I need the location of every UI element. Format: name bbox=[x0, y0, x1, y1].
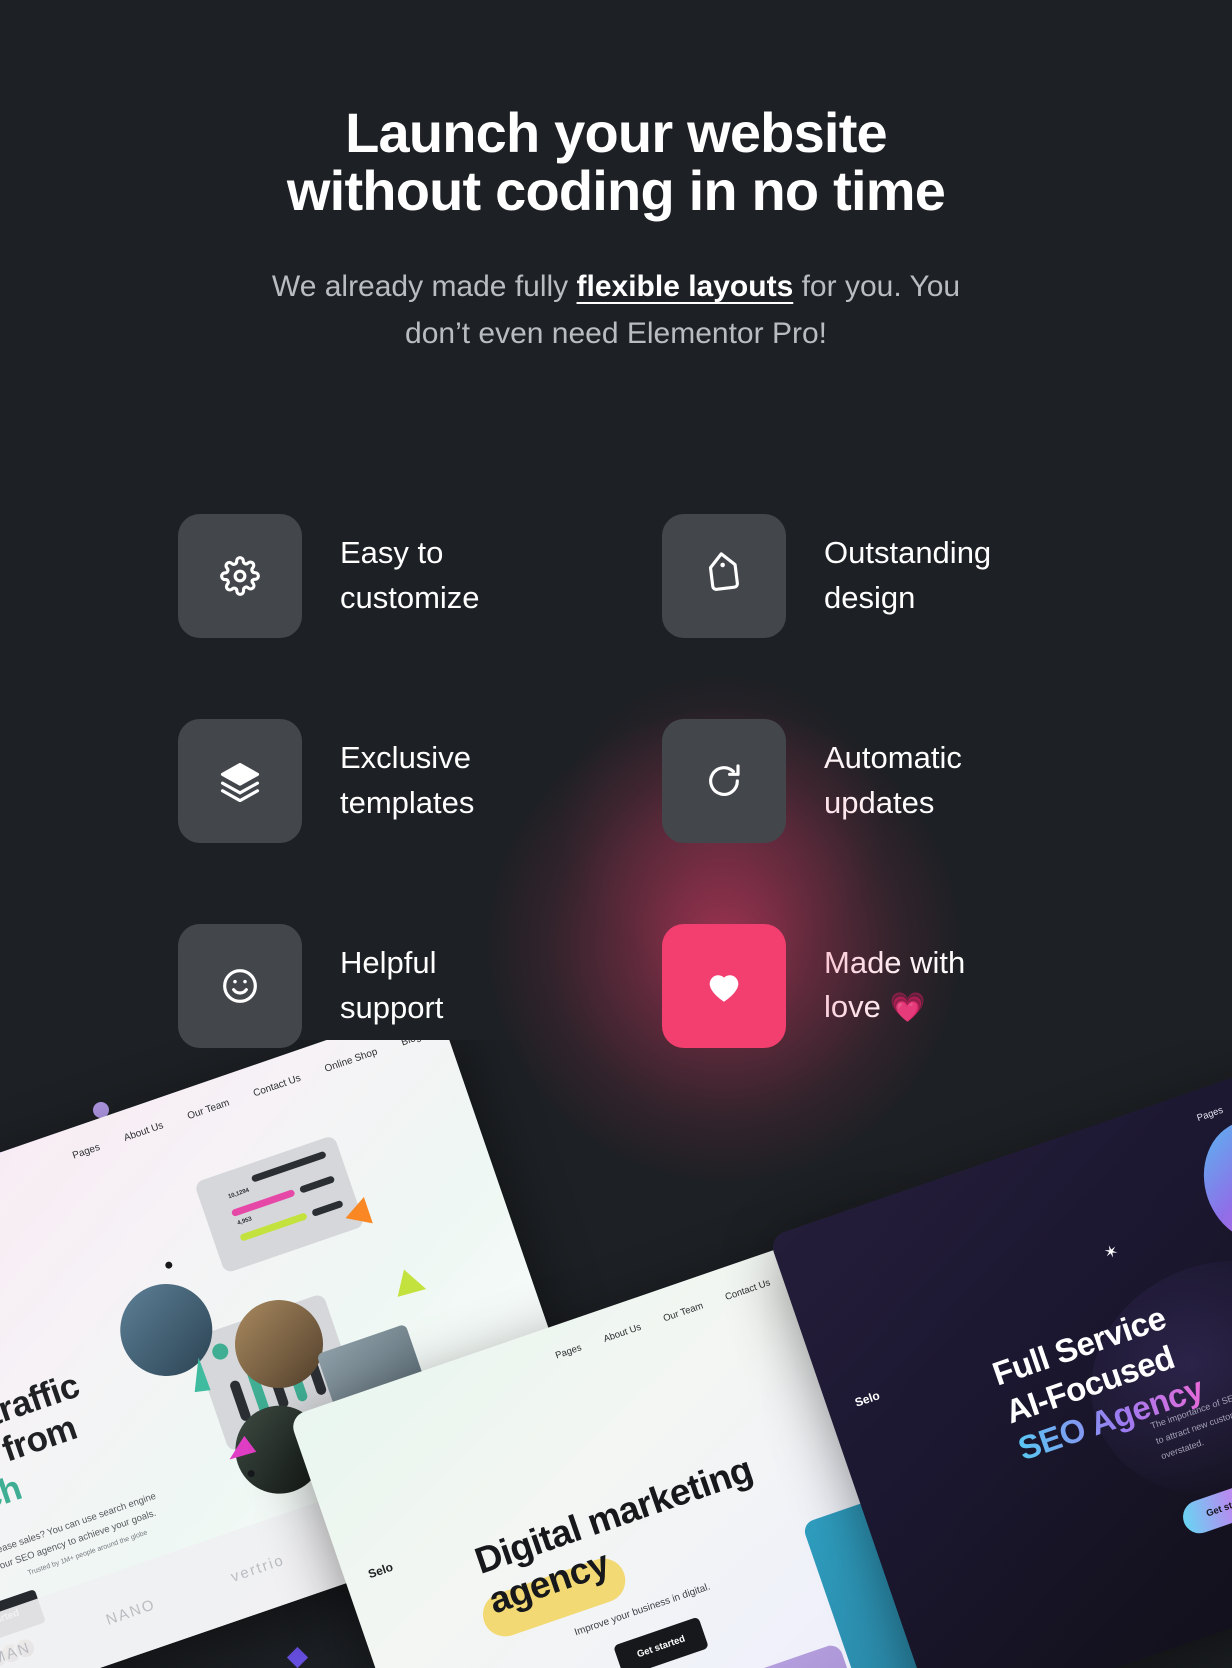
nav-item[interactable]: Our Team bbox=[186, 1097, 231, 1122]
hero-subtitle: We already made fully flexible layouts f… bbox=[266, 264, 966, 357]
triangle-lime bbox=[397, 1269, 430, 1303]
tag-icon bbox=[703, 551, 745, 597]
feature-icon-tile bbox=[178, 513, 302, 638]
feature-icon-tile bbox=[662, 513, 786, 638]
stat-bar-dark-3 bbox=[311, 1199, 344, 1217]
feature-label: Made with love 💗 bbox=[824, 941, 965, 1029]
feature-item-helpful-support[interactable]: Helpful support bbox=[178, 883, 662, 1088]
feature-grid: Easy to customize Outstanding design Exc… bbox=[178, 473, 1058, 1180]
stat-value-b: 4,953 bbox=[236, 1216, 253, 1227]
mockup-middle-logo: Selo bbox=[366, 1559, 395, 1582]
nav-item[interactable]: Pages bbox=[554, 1342, 583, 1361]
feature-icon-tile bbox=[178, 923, 302, 1048]
feature-label: Automatic updates bbox=[824, 740, 962, 820]
feature-item-automatic-updates[interactable]: Automatic updates bbox=[662, 678, 1058, 883]
feature-label: Exclusive templates bbox=[340, 740, 475, 820]
heart-icon bbox=[703, 965, 745, 1007]
chart-card-avatar bbox=[210, 1341, 231, 1362]
logo-item: NANO bbox=[103, 1595, 158, 1629]
feature-item-outstanding-design[interactable]: Outstanding design bbox=[662, 473, 1058, 678]
feature-icon-tile bbox=[178, 718, 302, 843]
nav-item[interactable]: About Us bbox=[602, 1322, 643, 1345]
feature-icon-tile bbox=[662, 718, 786, 843]
nav-item[interactable]: Contact Us bbox=[724, 1277, 772, 1303]
mockup-right-nav[interactable]: Pages About Us bbox=[1196, 1084, 1232, 1124]
nav-item[interactable]: Pages bbox=[71, 1142, 101, 1162]
mockup-stage: Pages About Us Our Team Contact Us Onlin… bbox=[0, 1040, 1232, 1668]
nav-item[interactable]: Pages bbox=[1196, 1105, 1225, 1124]
nav-item[interactable]: Our Team bbox=[662, 1300, 705, 1324]
feature-label: Outstanding design bbox=[824, 535, 992, 615]
star-sparkle-icon: ✶ bbox=[1101, 1240, 1122, 1264]
feature-item-made-with-love[interactable]: Made with love 💗 bbox=[489, 673, 1058, 1180]
feature-item-easy-to-customize[interactable]: Easy to customize bbox=[178, 473, 662, 678]
flexible-layouts-link[interactable]: flexible layouts bbox=[577, 270, 794, 303]
stat-bar-dark-2 bbox=[298, 1175, 336, 1194]
violet-square-decoration-2 bbox=[286, 1646, 309, 1668]
page-title: Launch your website without coding in no… bbox=[226, 101, 1006, 223]
stat-value-a: 10,1294 bbox=[227, 1187, 251, 1201]
page-title-line-1: Launch your website bbox=[345, 101, 888, 164]
layers-icon bbox=[219, 760, 261, 802]
feature-icon-tile-highlighted bbox=[662, 923, 786, 1048]
page-title-line-2: without coding in no time bbox=[286, 159, 946, 223]
page-root: Launch your website without coding in no… bbox=[0, 0, 1232, 1668]
feature-label: Easy to customize bbox=[340, 535, 480, 615]
hero-subtitle-pre: We already made fully bbox=[271, 270, 577, 304]
smiley-icon bbox=[220, 966, 260, 1006]
nav-item[interactable]: About Us bbox=[123, 1120, 165, 1144]
gear-icon bbox=[220, 555, 260, 596]
feature-label: Helpful support bbox=[340, 945, 444, 1025]
small-dot bbox=[164, 1260, 174, 1270]
headline-line-1: Digital marketing bbox=[469, 1448, 758, 1582]
chart-bar bbox=[228, 1379, 252, 1423]
mockup-middle-cta-button[interactable]: Get started bbox=[613, 1616, 710, 1668]
hero-section: Launch your website without coding in no… bbox=[0, 0, 1232, 357]
logo-item: HOMAN bbox=[0, 1638, 33, 1668]
stat-bar-dark bbox=[250, 1150, 327, 1183]
gradient-orb bbox=[1187, 1105, 1232, 1257]
refresh-icon bbox=[704, 761, 744, 801]
feature-item-exclusive-templates[interactable]: Exclusive templates bbox=[178, 678, 662, 883]
mockup-right-logo: Selo bbox=[853, 1388, 882, 1410]
stat-card-top: 10,1294 4,953 bbox=[193, 1134, 366, 1274]
logo-item: vertrio bbox=[228, 1551, 287, 1586]
sparkling-heart-emoji: 💗 bbox=[889, 992, 926, 1025]
mockup-middle-headline: Digital marketing agency bbox=[470, 1442, 791, 1623]
